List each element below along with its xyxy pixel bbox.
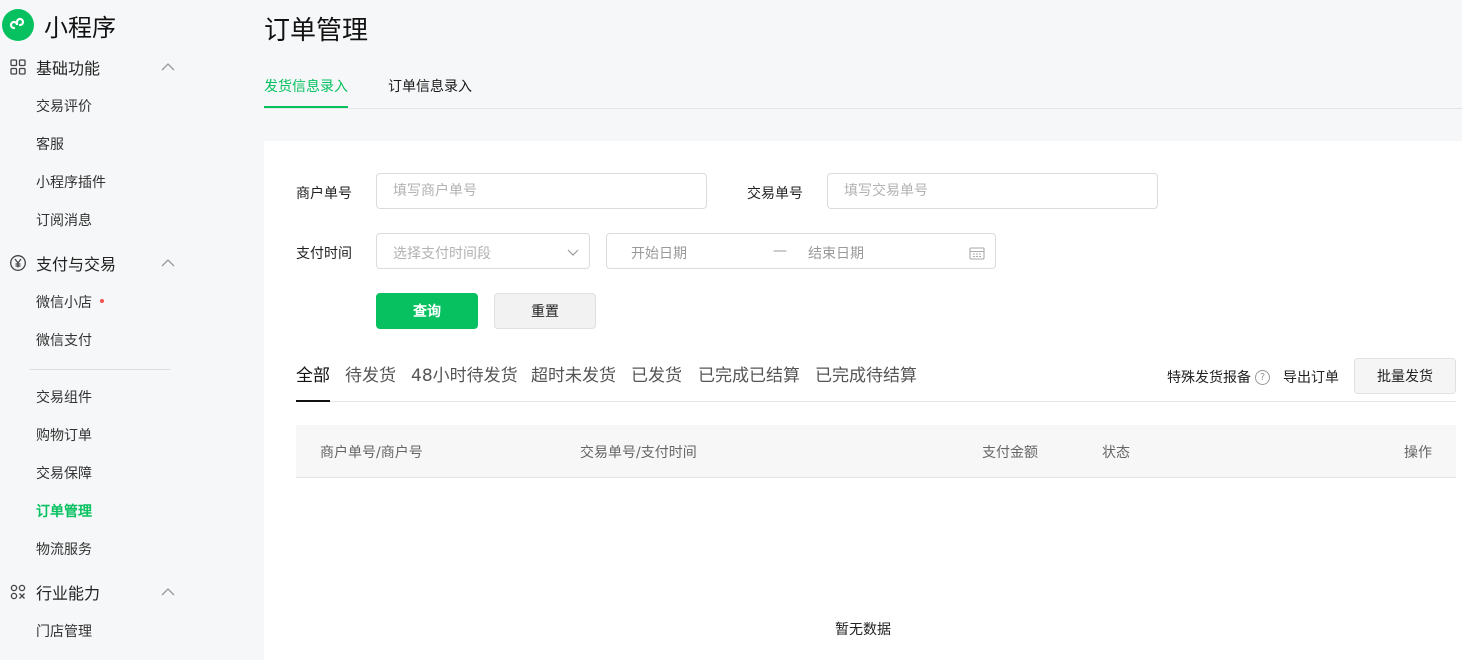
query-button[interactable]: 查询 <box>376 293 478 329</box>
sidebar-item-wechat-shop[interactable]: 微信小店 <box>36 293 104 313</box>
reset-button[interactable]: 重置 <box>494 293 596 329</box>
sidebar-item-trade-component[interactable]: 交易组件 <box>36 388 92 408</box>
grid-icon <box>10 59 26 75</box>
nav-group-payment[interactable]: 支付与交易 <box>0 248 200 278</box>
tab-order-info[interactable]: 订单信息录入 <box>388 76 472 96</box>
nav-group-label: 行业能力 <box>36 584 101 603</box>
status-tabs-divider <box>296 401 1456 402</box>
industry-icon <box>10 584 26 600</box>
sidebar-divider <box>30 369 170 370</box>
merchant-order-input[interactable] <box>376 173 707 209</box>
date-separator: — <box>773 243 787 259</box>
pay-time-select-placeholder: 选择支付时间段 <box>393 246 491 262</box>
merchant-order-label: 商户单号 <box>296 186 352 202</box>
status-tab-pending[interactable]: 待发货 <box>345 361 396 386</box>
status-tab-overdue[interactable]: 超时未发货 <box>531 361 616 386</box>
status-tab-all[interactable]: 全部 <box>296 361 330 386</box>
status-tab-shipped[interactable]: 已发货 <box>631 361 682 386</box>
sidebar-item-trade-review[interactable]: 交易评价 <box>36 97 92 117</box>
brand-name: 小程序 <box>44 13 116 42</box>
status-tab-48h-pending[interactable]: 48小时待发货 <box>411 361 518 386</box>
sidebar-item-label: 微信小店 <box>36 295 92 311</box>
special-report-label: 特殊发货报备 <box>1167 370 1251 386</box>
trade-order-input[interactable] <box>827 173 1158 209</box>
column-actions: 操作 <box>1404 445 1432 461</box>
sidebar-item-logistics[interactable]: 物流服务 <box>36 540 92 560</box>
nav-group-industry[interactable]: 行业能力 <box>0 577 200 607</box>
end-date-input[interactable]: 结束日期 <box>808 243 864 263</box>
sidebar-item-order-management[interactable]: 订单管理 <box>36 502 92 522</box>
pay-time-select[interactable]: 选择支付时间段 <box>376 233 590 269</box>
empty-state-text: 暂无数据 <box>835 622 891 638</box>
active-tab-indicator <box>264 106 348 108</box>
red-dot-badge <box>100 299 104 303</box>
page-title: 订单管理 <box>264 16 369 46</box>
status-tab-settled[interactable]: 已完成已结算 <box>698 361 800 386</box>
mini-program-logo-icon <box>2 9 34 41</box>
chevron-up-icon[interactable] <box>160 61 176 73</box>
sidebar-item-plugin[interactable]: 小程序插件 <box>36 173 106 193</box>
chevron-up-icon[interactable] <box>160 586 176 598</box>
nav-group-label: 基础功能 <box>36 59 101 78</box>
sidebar-item-wechat-pay[interactable]: 微信支付 <box>36 331 92 351</box>
sidebar-item-subscribe-message[interactable]: 订阅消息 <box>36 211 92 231</box>
sidebar-item-trade-guarantee[interactable]: 交易保障 <box>36 464 92 484</box>
column-amount: 支付金额 <box>982 445 1038 461</box>
table-header: 商户单号/商户号 交易单号/支付时间 支付金额 状态 操作 <box>296 425 1456 478</box>
batch-ship-button[interactable]: 批量发货 <box>1354 358 1456 394</box>
chevron-up-icon[interactable] <box>160 257 176 269</box>
brand[interactable]: 小程序 <box>2 7 116 43</box>
active-status-indicator <box>296 400 330 402</box>
yen-circle-icon <box>10 255 26 271</box>
sidebar-item-store-management[interactable]: 门店管理 <box>36 622 92 642</box>
help-icon[interactable]: ? <box>1255 369 1270 385</box>
column-merchant-order: 商户单号/商户号 <box>320 445 423 461</box>
column-trade-order: 交易单号/支付时间 <box>580 445 697 461</box>
start-date-input[interactable]: 开始日期 <box>631 243 687 263</box>
order-card: 商户单号 交易单号 支付时间 选择支付时间段 开始日期 — 结束日期 查询 重置… <box>264 141 1462 660</box>
sidebar-item-customer-service[interactable]: 客服 <box>36 135 64 155</box>
tabs-divider <box>264 108 1462 109</box>
nav-group-basic[interactable]: 基础功能 <box>0 52 200 82</box>
sidebar: 小程序 基础功能 交易评价 客服 小程序插件 订阅消息 支付与交易 微信小店 微… <box>0 0 200 660</box>
sidebar-item-shopping-order[interactable]: 购物订单 <box>36 426 92 446</box>
calendar-icon <box>969 247 985 260</box>
status-tab-to-settle[interactable]: 已完成待结算 <box>815 361 917 386</box>
pay-time-label: 支付时间 <box>296 246 352 262</box>
export-orders-link[interactable]: 导出订单 <box>1283 367 1339 387</box>
column-status: 状态 <box>1102 445 1130 461</box>
nav-group-label: 支付与交易 <box>36 255 117 274</box>
trade-order-label: 交易单号 <box>747 186 803 202</box>
chevron-down-icon <box>567 249 579 256</box>
date-range-picker[interactable]: 开始日期 — 结束日期 <box>606 233 996 269</box>
tab-shipping-info[interactable]: 发货信息录入 <box>264 76 348 96</box>
special-report-link[interactable]: 特殊发货报备? <box>1167 367 1270 387</box>
